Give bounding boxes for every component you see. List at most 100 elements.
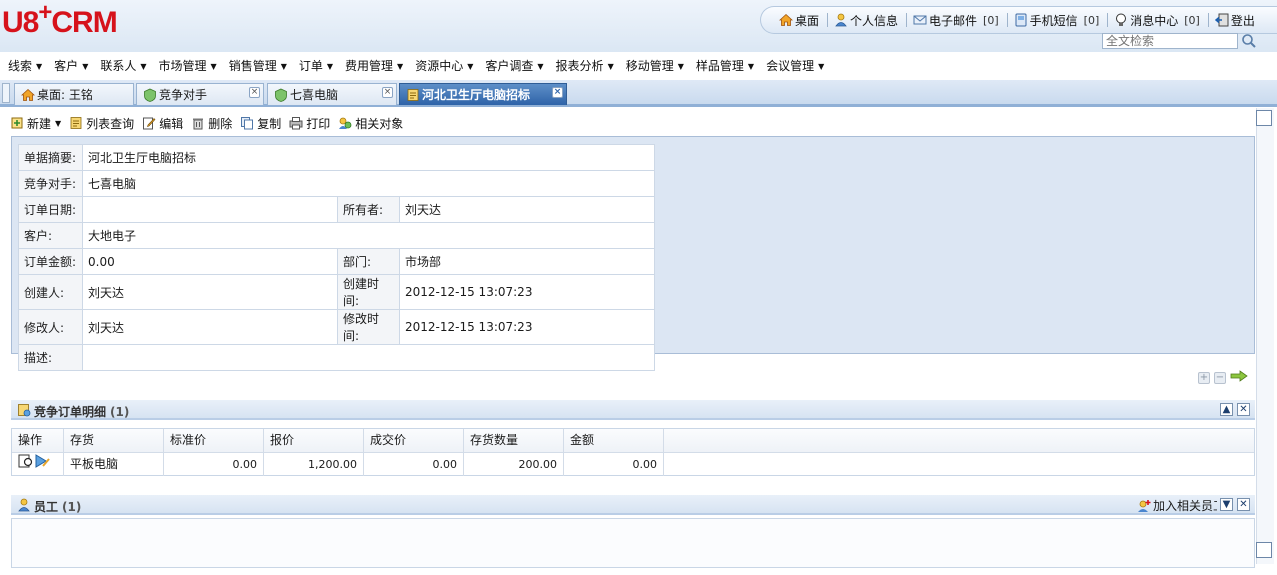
modified-time-label: 修改时间: xyxy=(337,309,400,345)
bulb-icon xyxy=(1114,13,1128,27)
new-button[interactable]: 新建 ▼ xyxy=(10,115,61,132)
home-icon xyxy=(20,88,36,102)
user-icon xyxy=(834,13,848,27)
owner-value: 刘天达 xyxy=(399,196,655,223)
copy-icon xyxy=(240,116,254,130)
owner-label: 所有者: xyxy=(337,196,400,223)
tab-hebei-tender[interactable]: 河北卫生厅电脑招标 × xyxy=(399,83,567,105)
employee-icon xyxy=(17,498,31,512)
menu-resources[interactable]: 资源中心 ▼ xyxy=(415,57,473,74)
scroll-down-button[interactable] xyxy=(1256,542,1272,558)
logout-link[interactable]: 登出 xyxy=(1214,12,1255,29)
menu-reports[interactable]: 报表分析 ▼ xyxy=(556,57,614,74)
list-query-button[interactable]: 列表查询 xyxy=(69,115,134,132)
message-count: [0] xyxy=(1184,13,1200,27)
creator-value: 刘天达 xyxy=(82,274,338,310)
employee-title: 员工 xyxy=(34,500,59,514)
vertical-scrollbar[interactable] xyxy=(1256,108,1274,564)
edit-row-icon[interactable] xyxy=(34,453,50,476)
col-header-quantity[interactable]: 存货数量 xyxy=(464,429,564,452)
order-detail-title: 竞争订单明细 xyxy=(34,405,107,419)
home-icon xyxy=(778,13,794,27)
app-header: U8+CRM 桌面 个人信息 电子邮件 [0] 手机短信 [0] 消息中心 [0… xyxy=(0,0,1277,52)
menu-leads[interactable]: 线索 ▼ xyxy=(8,57,42,74)
table-row: 平板电脑 0.00 1,200.00 0.00 200.00 0.00 xyxy=(12,453,1254,476)
app-logo: U8+CRM xyxy=(2,0,118,39)
order-detail-count: (1) xyxy=(110,405,130,419)
sms-link[interactable]: 手机短信 [0] xyxy=(1014,12,1099,29)
menu-contacts[interactable]: 联系人 ▼ xyxy=(100,57,146,74)
description-value xyxy=(82,344,655,371)
cell-item[interactable]: 平板电脑 xyxy=(64,453,164,476)
email-link[interactable]: 电子邮件 [0] xyxy=(913,12,999,29)
badge-icon xyxy=(274,88,288,102)
amount-value: 0.00 xyxy=(82,248,338,275)
close-section-icon[interactable]: ✕ xyxy=(1237,498,1250,511)
grid-header-row: 操作 存货 标准价 报价 成交价 存货数量 金额 xyxy=(12,429,1254,453)
collapse-section-icon[interactable]: ▲ xyxy=(1220,403,1233,416)
tab-competitors[interactable]: 竞争对手 × xyxy=(136,83,264,105)
menu-surveys[interactable]: 客户调查 ▼ xyxy=(485,57,543,74)
record-detail-panel: 单据摘要: 河北卫生厅电脑招标 竞争对手: 七喜电脑 订单日期: 所有者: 刘天… xyxy=(11,136,1255,371)
col-header-action: 操作 xyxy=(12,429,64,452)
view-row-icon[interactable] xyxy=(18,453,34,476)
pencil-icon xyxy=(142,116,156,130)
created-time-label: 创建时间: xyxy=(337,274,400,310)
employee-list xyxy=(11,518,1255,568)
menu-marketing[interactable]: 市场管理 ▼ xyxy=(159,57,217,74)
menu-meetings[interactable]: 会议管理 ▼ xyxy=(766,57,824,74)
related-icon xyxy=(338,116,352,130)
scroll-up-button[interactable] xyxy=(1256,110,1272,126)
tab-qixi-computer[interactable]: 七喜电脑 × xyxy=(267,83,397,105)
tab-strip: 桌面: 王铭 竞争对手 × 七喜电脑 × 河北卫生厅电脑招标 × xyxy=(0,80,1277,107)
main-menu: 线索 ▼ 客户 ▼ 联系人 ▼ 市场管理 ▼ 销售管理 ▼ 订单 ▼ 费用管理 ▼ 资源中心 ▼… xyxy=(0,54,1277,76)
col-header-deal-price[interactable]: 成交价 xyxy=(364,429,464,452)
department-value: 市场部 xyxy=(399,248,655,275)
menu-orders[interactable]: 订单 ▼ xyxy=(299,57,333,74)
copy-button[interactable]: 复制 xyxy=(240,115,281,132)
expand-icon[interactable]: + xyxy=(1198,371,1210,384)
record-fields-table: 单据摘要: 河北卫生厅电脑招标 竞争对手: 七喜电脑 订单日期: 所有者: 刘天… xyxy=(18,144,655,371)
tab-close-icon[interactable]: × xyxy=(249,87,260,98)
menu-expenses[interactable]: 费用管理 ▼ xyxy=(345,57,403,74)
collapse-icon[interactable]: − xyxy=(1214,371,1226,384)
expand-section-icon[interactable]: ▼ xyxy=(1220,498,1233,511)
customer-label: 客户: xyxy=(18,222,83,249)
tab-close-icon[interactable]: × xyxy=(382,87,393,98)
arrow-right-icon[interactable] xyxy=(1230,370,1248,385)
tab-scroll-left-button[interactable] xyxy=(2,83,10,103)
tab-close-icon[interactable]: × xyxy=(552,87,563,98)
cell-quote: 1,200.00 xyxy=(264,453,364,476)
delete-button[interactable]: 删除 xyxy=(191,115,232,132)
related-objects-button[interactable]: 相关对象 xyxy=(338,115,403,132)
col-header-quote[interactable]: 报价 xyxy=(264,429,364,452)
print-button[interactable]: 打印 xyxy=(289,115,330,132)
menu-sales[interactable]: 销售管理 ▼ xyxy=(229,57,287,74)
competitor-label: 竞争对手: xyxy=(18,170,83,197)
close-section-icon[interactable]: ✕ xyxy=(1237,403,1250,416)
order-icon xyxy=(406,88,420,102)
col-header-item[interactable]: 存货 xyxy=(64,429,164,452)
tab-desktop[interactable]: 桌面: 王铭 xyxy=(14,83,134,105)
customer-value: 大地电子 xyxy=(82,222,655,249)
message-center-link[interactable]: 消息中心 [0] xyxy=(1114,12,1200,29)
list-icon xyxy=(69,116,83,130)
add-user-icon xyxy=(1137,499,1151,513)
col-header-amount[interactable]: 金额 xyxy=(564,429,664,452)
order-detail-icon xyxy=(17,403,31,417)
competitor-value: 七喜电脑 xyxy=(82,170,655,197)
personal-info-link[interactable]: 个人信息 xyxy=(834,12,898,29)
edit-button[interactable]: 编辑 xyxy=(142,115,183,132)
row-actions xyxy=(12,453,64,476)
menu-mobile[interactable]: 移动管理 ▼ xyxy=(626,57,684,74)
add-related-employee-button[interactable]: 加入相关员工 xyxy=(1137,497,1217,514)
modified-time-value: 2012-12-15 13:07:23 xyxy=(399,309,655,345)
search-icon[interactable] xyxy=(1240,33,1258,49)
cell-amount: 0.00 xyxy=(564,453,664,476)
global-search-input[interactable] xyxy=(1102,33,1238,49)
employee-section-header: 员工(1) 加入相关员工 ▼ ✕ xyxy=(11,495,1255,515)
menu-customers[interactable]: 客户 ▼ xyxy=(54,57,88,74)
desktop-link[interactable]: 桌面 xyxy=(778,12,819,29)
menu-samples[interactable]: 样品管理 ▼ xyxy=(696,57,754,74)
col-header-std-price[interactable]: 标准价 xyxy=(164,429,264,452)
